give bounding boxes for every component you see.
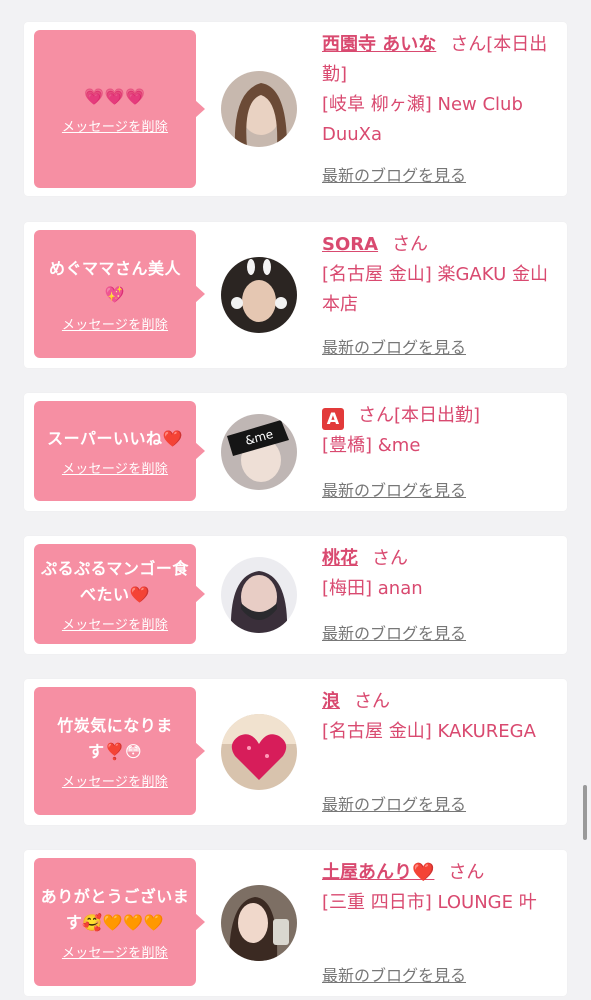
avatar[interactable] [221,71,297,147]
latest-blog-link[interactable]: 最新のブログを見る [322,477,466,501]
delete-message-link[interactable]: メッセージを削除 [62,771,168,790]
sender-name-badge[interactable]: A [322,408,344,430]
message-card: ありがとうございます🥰🧡🧡🧡 メッセージを削除 土屋あんり❤️ さん [三重 四日… [24,850,567,996]
honorific: さん [448,862,485,883]
shop-link[interactable]: [名古屋 金山] KAKUREGA [322,721,536,742]
sender-name-link[interactable]: 桃花 [322,548,358,569]
honorific: さん [392,234,429,255]
delete-message-link[interactable]: メッセージを削除 [62,458,168,477]
latest-blog-link[interactable]: 最新のブログを見る [322,962,466,986]
latest-blog-link[interactable]: 最新のブログを見る [322,162,466,186]
shop-link[interactable]: [三重 四日市] LOUNGE 叶 [322,892,537,913]
message-card: 竹炭気になります❣️😳 メッセージを削除 浪さん [名古屋 金山] KAKURE… [24,679,567,825]
message-text: ぷるぷるマンゴー食べたい❤️ [41,558,189,604]
shop-link[interactable]: [岐阜 柳ヶ瀬] New Club DuuXa [322,94,523,145]
message-bubble: スーパーいいね❤️ メッセージを削除 [34,401,205,501]
message-card: めぐママさん美人💖 メッセージを削除 SORA さん [名古屋 金山] 楽GAKU… [24,222,567,368]
delete-message-link[interactable]: メッセージを削除 [62,116,168,135]
sender-info: 西園寺 あいな さん[本日出勤] [岐阜 柳ヶ瀬] New Club DuuXa [322,30,562,150]
message-bubble: 💗💗💗 メッセージを削除 [34,30,205,188]
latest-blog-link[interactable]: 最新のブログを見る [322,334,466,358]
sender-info: A さん[本日出勤] [豊橋] &me [322,401,562,461]
honorific: さん [354,691,390,712]
shop-link[interactable]: [豊橋] &me [322,435,420,456]
sender-info: 桃花 さん [梅田] anan [322,544,562,604]
avatar[interactable] [221,557,297,633]
honorific: さん [358,405,394,426]
sender-info: SORA さん [名古屋 金山] 楽GAKU 金山本店 [322,230,562,320]
message-bubble: ぷるぷるマンゴー食べたい❤️ メッセージを削除 [34,544,205,644]
message-card: ぷるぷるマンゴー食べたい❤️ メッセージを削除 桃花 さん [梅田] anan 最… [24,536,567,654]
scrollbar[interactable] [583,785,587,840]
latest-blog-link[interactable]: 最新のブログを見る [322,791,466,815]
message-card: スーパーいいね❤️ メッセージを削除 &me A さん[本日出勤] [豊橋] &m… [24,393,567,511]
sender-name-link[interactable]: 浪 [322,691,340,712]
shop-link[interactable]: [名古屋 金山] 楽GAKU 金山本店 [322,264,548,315]
sender-info: 浪さん [名古屋 金山] KAKUREGA [322,687,562,747]
message-bubble: ありがとうございます🥰🧡🧡🧡 メッセージを削除 [34,858,205,986]
message-bubble: 竹炭気になります❣️😳 メッセージを削除 [34,687,205,815]
shop-link[interactable]: [梅田] anan [322,578,423,599]
sender-name-link[interactable]: 西園寺 あいな [322,34,436,55]
message-text: めぐママさん美人💖 [48,258,181,304]
message-text: スーパーいいね❤️ [47,428,183,448]
latest-blog-link[interactable]: 最新のブログを見る [322,620,466,644]
sender-name-link[interactable]: SORA [322,234,378,255]
delete-message-link[interactable]: メッセージを削除 [62,614,168,633]
message-text: 💗💗💗 [84,86,146,106]
sender-name-link[interactable]: 土屋あんり❤️ [322,862,434,883]
work-status: [本日出勤] [394,405,481,426]
delete-message-link[interactable]: メッセージを削除 [62,942,168,961]
avatar[interactable] [221,257,297,333]
message-card: 💗💗💗 メッセージを削除 西園寺 あいな さん[本日出勤] [岐阜 柳ヶ瀬] Ne… [24,22,567,196]
avatar[interactable]: &me [221,414,297,490]
avatar[interactable] [221,714,297,790]
delete-message-link[interactable]: メッセージを削除 [62,314,168,333]
avatar[interactable] [221,885,297,961]
message-bubble: めぐママさん美人💖 メッセージを削除 [34,230,205,358]
honorific: さん [372,548,408,569]
message-text: 竹炭気になります❣️😳 [57,715,173,761]
sender-info: 土屋あんり❤️ さん [三重 四日市] LOUNGE 叶 [322,858,562,918]
message-text: ありがとうございます🥰🧡🧡🧡 [40,886,190,932]
honorific: さん [450,34,487,55]
